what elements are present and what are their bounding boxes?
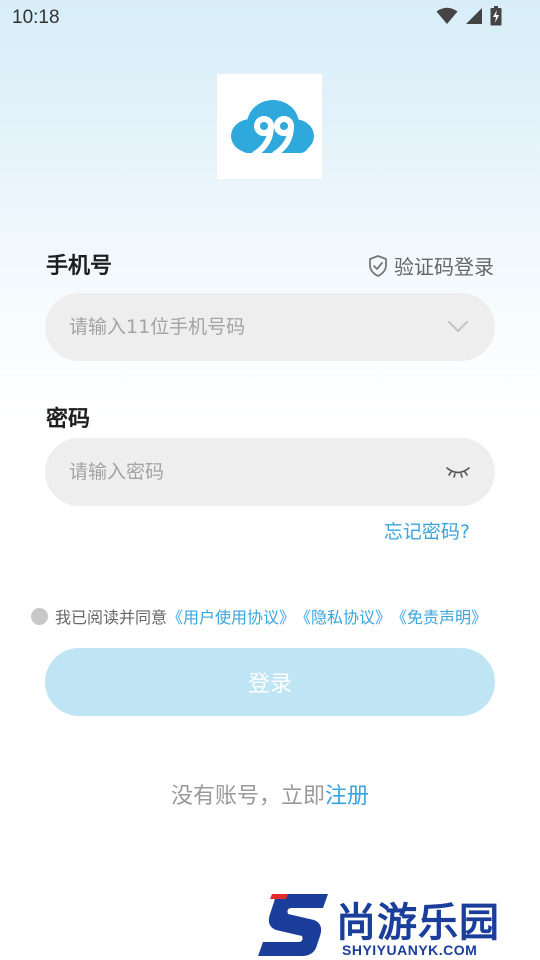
password-visibility-toggle[interactable] [445,459,471,485]
wifi-icon [436,7,458,24]
cloud-99-logo-icon [231,100,314,157]
login-button[interactable]: 登录 [45,648,495,716]
password-field[interactable] [45,438,495,506]
signal-icon [466,8,482,24]
phone-field[interactable] [45,293,495,361]
chevron-down-icon [448,321,468,332]
watermark-text: 尚游乐园 [336,900,500,946]
agreement-row: 我已阅读并同意 《用户使用协议》 《隐私协议》 《免责声明》 [31,604,487,628]
phone-label: 手机号 [46,254,113,279]
status-time: 10:18 [12,7,60,28]
register-link[interactable]: 注册 [325,784,369,809]
app-logo [217,74,322,179]
code-login-link[interactable]: 验证码登录 [368,251,494,280]
password-label: 密码 [46,407,91,432]
forgot-password-link[interactable]: 忘记密码? [384,517,470,544]
agreement-checkbox[interactable] [31,607,48,625]
user-agreement-link[interactable]: 《用户使用协议》 [167,604,295,628]
shield-check-icon [369,254,387,277]
register-prefix: 没有账号，立即 [170,784,325,809]
privacy-link[interactable]: 《隐私协议》 [295,604,391,628]
agreement-prefix: 我已阅读并同意 [55,608,168,627]
disclaimer-link[interactable]: 《免责声明》 [391,604,487,628]
phone-input[interactable] [69,316,445,338]
watermark-url: SHYIYUANYK.COM [342,942,478,958]
status-bar: 10:18 [0,0,540,36]
watermark: 尚游乐园 SHYIYUANYK.COM [258,888,540,960]
battery-charging-icon [490,6,502,26]
watermark-s-logo-icon [258,894,328,956]
register-row: 没有账号，立即注册 [0,778,540,810]
eye-closed-icon [446,467,470,478]
status-icons [436,6,502,26]
password-input[interactable] [69,461,445,483]
code-login-label: 验证码登录 [394,255,494,279]
phone-dropdown[interactable] [445,314,471,340]
